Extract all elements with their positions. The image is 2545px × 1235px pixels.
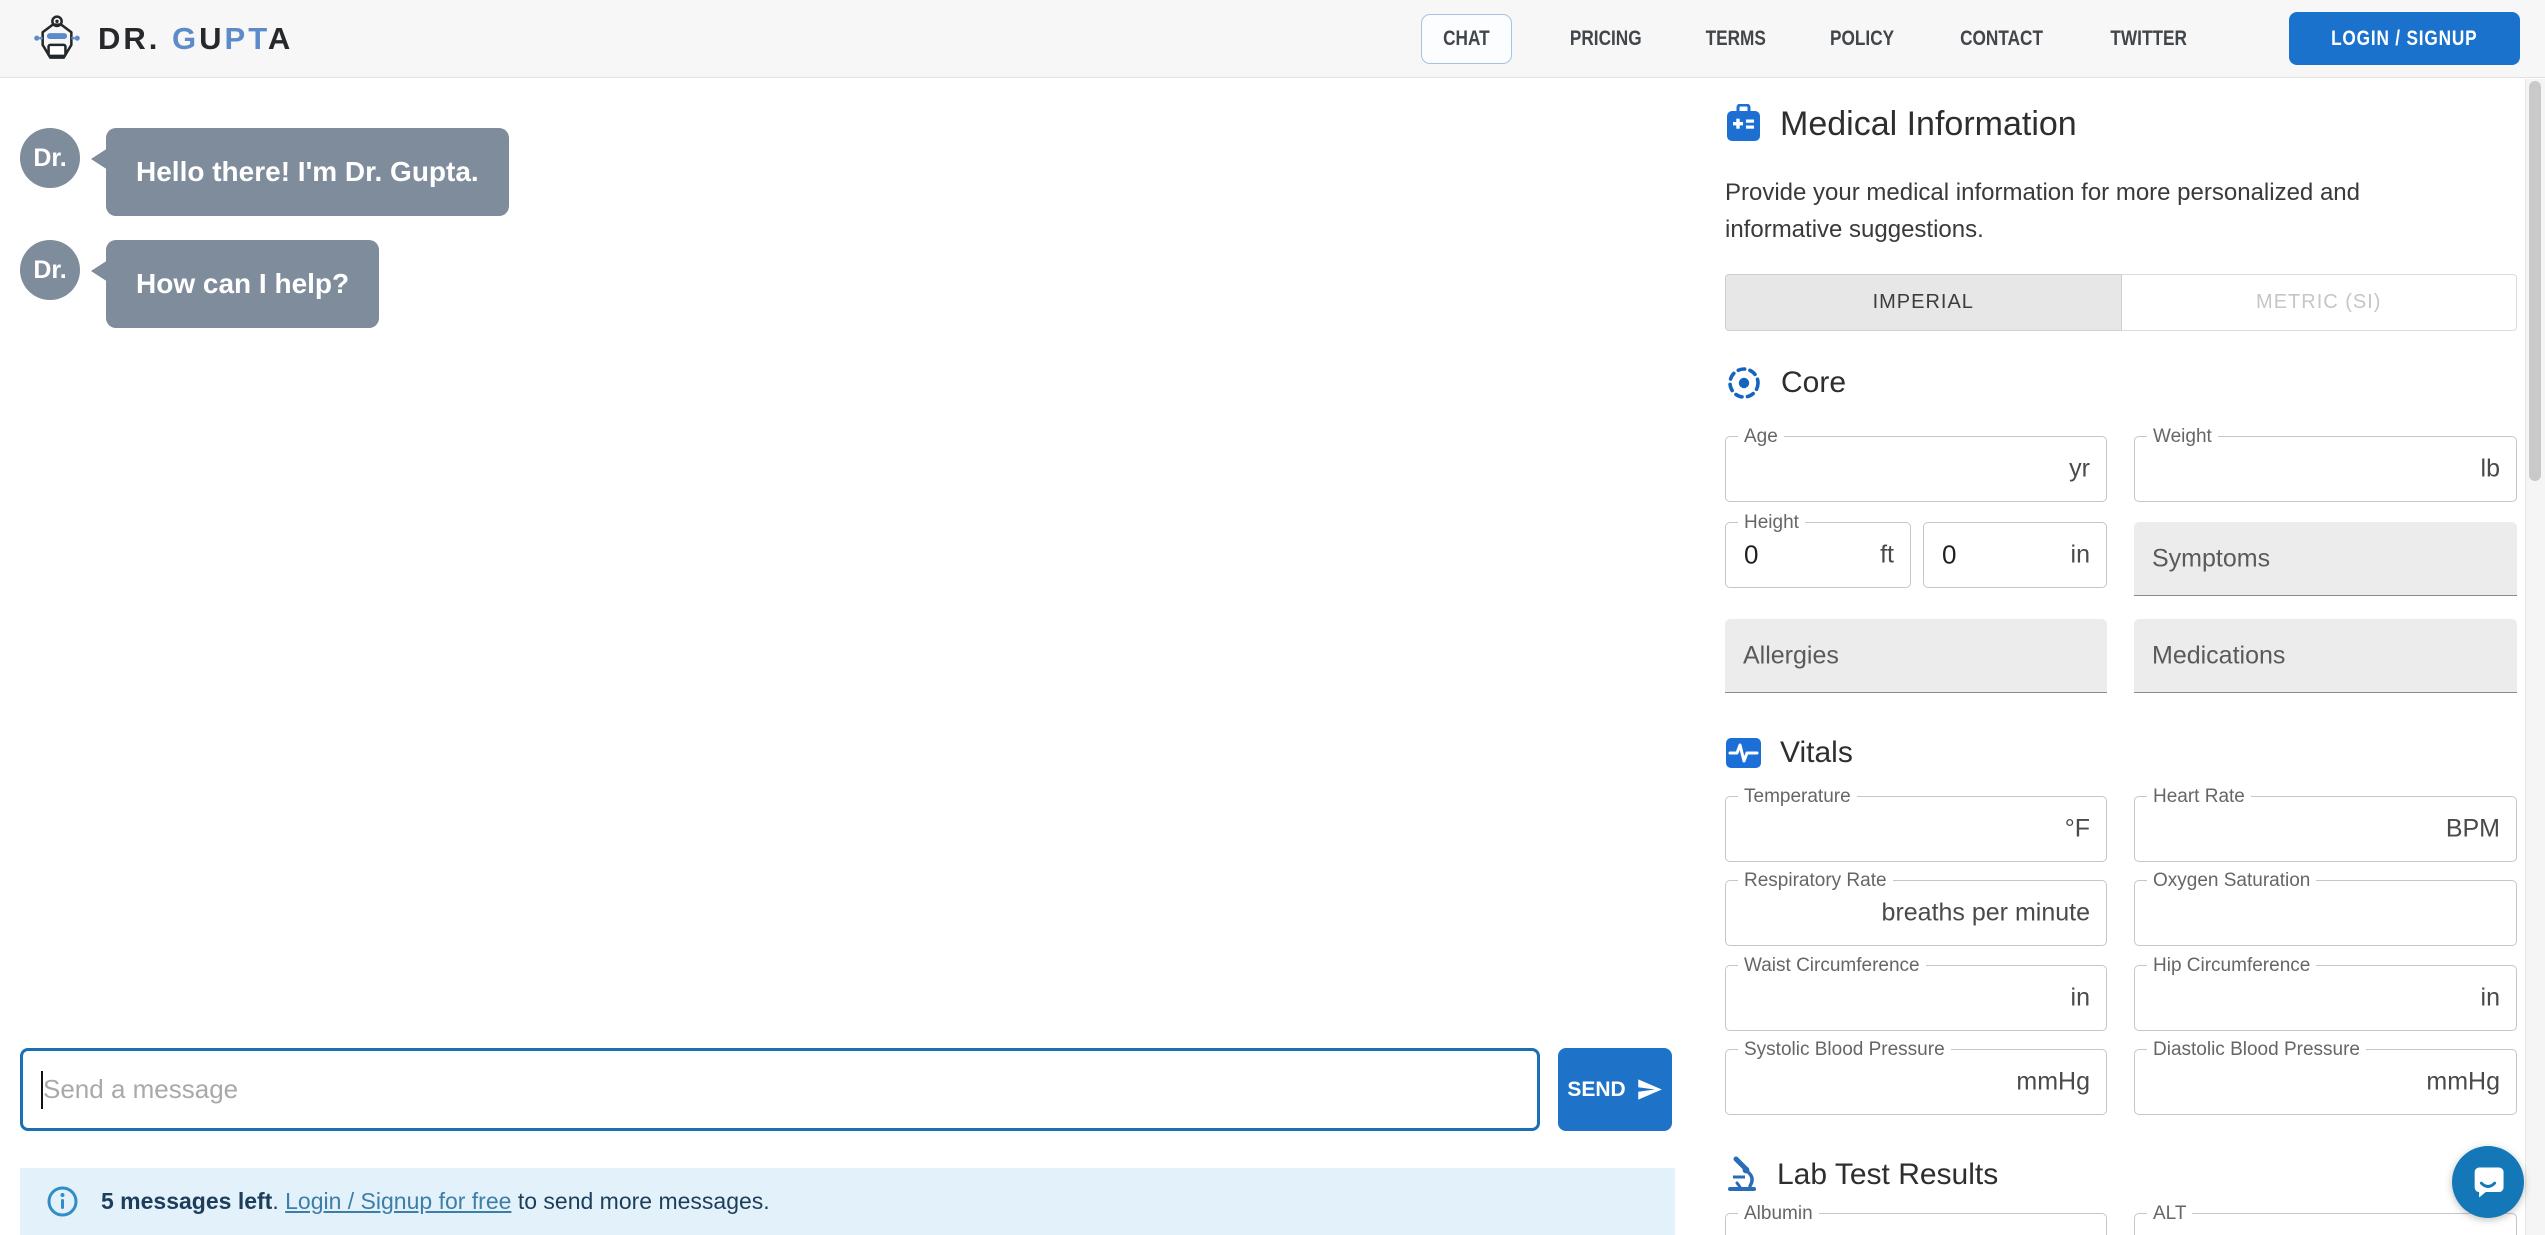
vitals-icon xyxy=(1725,736,1762,770)
weight-field[interactable]: Weight lb xyxy=(2134,436,2517,502)
brand-logo[interactable]: DR. GUPTA xyxy=(30,15,293,63)
units-toggle: IMPERIAL METRIC (SI) xyxy=(1725,274,2517,331)
chat-message: Dr. Hello there! I'm Dr. Gupta. xyxy=(20,128,509,216)
symptoms-field[interactable]: Symptoms xyxy=(2134,522,2517,596)
chat-bubble: How can I help? xyxy=(106,240,379,328)
temperature-field[interactable]: Temperature °F xyxy=(1725,796,2107,862)
lab-test-results-heading: Lab Test Results xyxy=(1725,1156,1998,1194)
support-chat-widget-button[interactable] xyxy=(2452,1146,2524,1218)
doctor-avatar: Dr. xyxy=(20,240,80,300)
send-button[interactable]: SEND xyxy=(1558,1048,1672,1131)
top-navigation-bar: DR. GUPTA CHAT PRICING TERMS POLICY CONT… xyxy=(0,0,2545,78)
age-label: Age xyxy=(1738,426,1784,448)
height-feet-field[interactable]: Height 0 ft xyxy=(1725,522,1911,588)
chat-bubble-icon xyxy=(2468,1162,2508,1202)
chat-message-list: Dr. Hello there! I'm Dr. Gupta. Dr. How … xyxy=(20,128,509,328)
symptoms-label: Symptoms xyxy=(2152,544,2270,573)
medical-information-panel: Medical Information Provide your medical… xyxy=(1725,78,2517,1235)
height-feet-unit: ft xyxy=(1880,541,1894,570)
messages-left-banner: 5 messages left. Login / Signup for free… xyxy=(20,1168,1675,1235)
dr-gupta-app: DR. GUPTA CHAT PRICING TERMS POLICY CONT… xyxy=(0,0,2545,1235)
height-label: Height xyxy=(1738,512,1805,534)
robot-doctor-icon xyxy=(30,15,84,63)
alt-field[interactable]: ALT xyxy=(2134,1213,2517,1235)
medications-label: Medications xyxy=(2152,641,2285,670)
send-icon xyxy=(1636,1076,1663,1103)
weight-unit: lb xyxy=(2481,455,2500,484)
age-field[interactable]: Age yr xyxy=(1725,436,2107,502)
nav-item-chat[interactable]: CHAT xyxy=(1421,14,1512,64)
albumin-field[interactable]: Albumin xyxy=(1725,1213,2107,1235)
panel-scrollbar[interactable] xyxy=(2525,79,2545,1235)
scrollbar-thumb[interactable] xyxy=(2529,81,2541,481)
medical-information-heading: Medical Information xyxy=(1725,104,2077,144)
diastolic-bp-field[interactable]: Diastolic Blood Pressure mmHg xyxy=(2134,1049,2517,1115)
vitals-heading: Vitals xyxy=(1725,736,1853,770)
medical-information-icon xyxy=(1725,104,1762,144)
microscope-icon xyxy=(1725,1156,1759,1194)
messages-left-text: 5 messages left. Login / Signup for free… xyxy=(101,1188,770,1215)
medications-field[interactable]: Medications xyxy=(2134,619,2517,693)
oxygen-saturation-field[interactable]: Oxygen Saturation xyxy=(2134,880,2517,946)
systolic-bp-field[interactable]: Systolic Blood Pressure mmHg xyxy=(1725,1049,2107,1115)
nav-item-policy[interactable]: POLICY xyxy=(1823,27,1901,51)
login-signup-button[interactable]: LOGIN / SIGNUP xyxy=(2289,12,2520,65)
nav-item-terms[interactable]: TERMS xyxy=(1699,27,1773,51)
login-signup-link[interactable]: Login / Signup for free xyxy=(285,1188,511,1214)
age-unit: yr xyxy=(2069,455,2090,484)
nav-item-pricing[interactable]: PRICING xyxy=(1562,27,1650,51)
text-cursor xyxy=(41,1071,43,1109)
waist-circumference-field[interactable]: Waist Circumference in xyxy=(1725,965,2107,1031)
info-icon xyxy=(46,1185,79,1218)
respiratory-rate-field[interactable]: Respiratory Rate breaths per minute xyxy=(1725,880,2107,946)
allergies-label: Allergies xyxy=(1743,641,1839,670)
message-input[interactable] xyxy=(20,1048,1540,1131)
chat-bubble: Hello there! I'm Dr. Gupta. xyxy=(106,128,509,216)
height-inches-unit: in xyxy=(2071,541,2090,570)
main-nav: CHAT PRICING TERMS POLICY CONTACT TWITTE… xyxy=(1421,12,2520,65)
chat-message: Dr. How can I help? xyxy=(20,240,509,328)
units-toggle-imperial[interactable]: IMPERIAL xyxy=(1725,274,2122,331)
weight-label: Weight xyxy=(2147,426,2218,448)
hip-circumference-field[interactable]: Hip Circumference in xyxy=(2134,965,2517,1031)
allergies-field[interactable]: Allergies xyxy=(1725,619,2107,693)
panel-description: Provide your medical information for mor… xyxy=(1725,174,2475,248)
core-heading: Core xyxy=(1725,364,1846,402)
brand-wordmark: DR. GUPTA xyxy=(98,21,293,57)
core-icon xyxy=(1725,364,1763,402)
nav-item-twitter[interactable]: TWITTER xyxy=(2102,27,2195,51)
nav-item-contact[interactable]: CONTACT xyxy=(1951,27,2052,51)
heart-rate-field[interactable]: Heart Rate BPM xyxy=(2134,796,2517,862)
doctor-avatar: Dr. xyxy=(20,128,80,188)
units-toggle-metric[interactable]: METRIC (SI) xyxy=(2122,274,2518,331)
height-inches-field[interactable]: 0 in xyxy=(1923,522,2107,588)
